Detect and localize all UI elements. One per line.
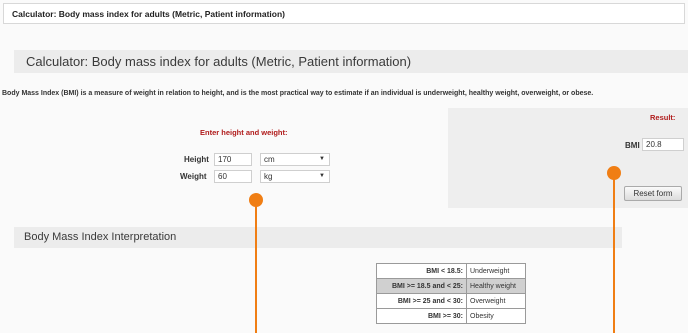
input-prompt: Enter height and weight: — [200, 128, 288, 137]
annotation-pin-dot-inputs — [249, 193, 263, 207]
calculator-heading: Calculator: Body mass index for adults (… — [14, 50, 688, 73]
chevron-down-icon: ▼ — [319, 173, 325, 179]
height-label: Height — [184, 155, 209, 164]
bmi-interpretation-table: BMI < 18.5: Underweight BMI >= 18.5 and … — [376, 263, 526, 324]
bmi-range: BMI < 18.5: — [376, 263, 467, 279]
table-row: BMI >= 18.5 and < 25: Healthy weight — [376, 278, 526, 294]
window-title: Calculator: Body mass index for adults (… — [3, 3, 685, 24]
annotation-pin-dot-result — [607, 166, 621, 180]
bmi-class: Overweight — [466, 293, 526, 309]
table-row: BMI >= 30: Obesity — [376, 308, 526, 324]
bmi-class: Healthy weight — [466, 278, 526, 294]
interpretation-heading: Body Mass Index Interpretation — [14, 227, 622, 248]
bmi-range: BMI >= 30: — [376, 308, 467, 324]
annotation-pin-line-inputs — [255, 200, 257, 333]
table-row: BMI < 18.5: Underweight — [376, 263, 526, 279]
bmi-class: Underweight — [466, 263, 526, 279]
table-row: BMI >= 25 and < 30: Overweight — [376, 293, 526, 309]
annotation-pin-line-result — [613, 173, 615, 333]
height-unit-select[interactable]: cm ▼ — [260, 153, 330, 166]
weight-unit-value: kg — [264, 172, 273, 181]
chevron-down-icon: ▼ — [319, 156, 325, 162]
weight-unit-select[interactable]: kg ▼ — [260, 170, 330, 183]
weight-label: Weight — [180, 172, 207, 181]
height-input[interactable] — [214, 153, 252, 166]
weight-input[interactable] — [214, 170, 252, 183]
bmi-label: BMI — [625, 141, 640, 150]
intro-text: Body Mass Index (BMI) is a measure of we… — [2, 90, 594, 97]
bmi-range: BMI >= 18.5 and < 25: — [376, 278, 467, 294]
bmi-result-field[interactable] — [642, 138, 684, 151]
bmi-class: Obesity — [466, 308, 526, 324]
result-label: Result: — [650, 113, 676, 122]
height-unit-value: cm — [264, 155, 275, 164]
reset-form-button[interactable]: Reset form — [624, 186, 682, 201]
bmi-range: BMI >= 25 and < 30: — [376, 293, 467, 309]
